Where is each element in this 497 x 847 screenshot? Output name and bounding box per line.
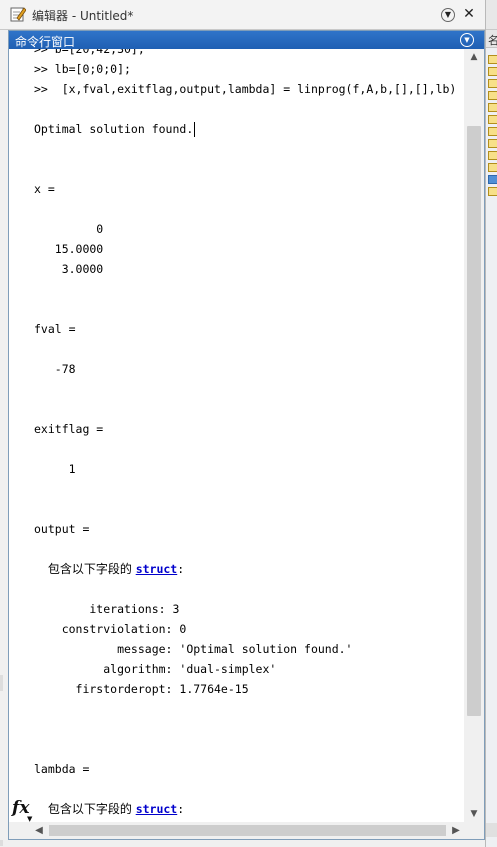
output-line[interactable]: output = [34,519,89,539]
editor-icon [10,7,26,22]
command-window-menu-button[interactable]: ▼ [460,33,474,47]
scroll-up-arrow-icon[interactable]: ▲ [464,49,484,65]
output-line[interactable]: exitflag = [34,419,103,439]
output-line[interactable]: -78 [34,359,76,379]
file-icon[interactable] [488,115,497,124]
struct-link[interactable]: struct [136,562,178,576]
output-line[interactable]: 3.0000 [34,259,104,279]
editor-close-button[interactable]: ✕ [461,6,477,22]
output-line[interactable]: iterations: 3 [34,599,179,619]
file-icon[interactable] [488,139,497,148]
struct-link[interactable]: struct [136,802,178,816]
horizontal-scroll-thumb[interactable] [49,825,446,836]
output-line[interactable]: 包含以下字段的 struct: [34,559,184,579]
vertical-scroll-thumb[interactable] [467,126,481,716]
struct-description-label: 包含以下字段的 [47,802,136,816]
file-icon[interactable] [488,67,497,76]
output-line[interactable]: algorithm: 'dual-simplex' [34,659,276,679]
output-line[interactable]: Optimal solution found. [34,119,196,139]
text-caret [194,122,196,137]
horizontal-scrollbar[interactable]: ◀ ▶ [9,822,464,839]
output-line[interactable]: 包含以下字段的 struct: [34,799,184,819]
command-window-header: 命令行窗口 ▼ [9,31,484,49]
output-line[interactable]: 1 [34,459,76,479]
scrollbar-corner [464,822,484,839]
file-icon[interactable] [488,103,497,112]
output-line[interactable]: lambda = [34,759,89,779]
output-line[interactable]: message: 'Optimal solution found.' [34,639,352,659]
output-line[interactable]: firstorderopt: 1.7764e-15 [34,679,249,699]
file-icon-selected[interactable] [488,175,497,184]
file-icon[interactable] [488,151,497,160]
output-line[interactable]: >> lb=[0;0;0]; [34,59,131,79]
right-panel-top [486,0,497,30]
command-window: 命令行窗口 ▼ >> b=[20;42;30]; >> lb=[0;0;0]; >>… [8,30,485,840]
right-panel-scrollbar[interactable] [486,823,497,837]
scroll-down-arrow-icon[interactable]: ▼ [464,806,484,822]
file-icon[interactable] [488,55,497,64]
editor-title: 编辑器 - Untitled* [32,9,134,23]
struct-description-label: 包含以下字段的 [47,562,136,576]
output-line[interactable]: >> [x,fval,exitflag,output,lambda] = lin… [34,79,456,99]
right-panel-header: 名 [486,30,497,48]
editor-title-bar: 编辑器 - Untitled* ▼ ✕ [0,0,485,30]
scroll-left-arrow-icon[interactable]: ◀ [31,822,47,839]
right-panel-strip: 名 [485,0,497,847]
chevron-down-icon[interactable]: ▼ [27,815,32,822]
output-line[interactable]: x = [34,179,55,199]
command-window-output[interactable]: >> b=[20;42;30]; >> lb=[0;0;0]; >> [x,fval… [9,49,464,822]
scroll-right-arrow-icon[interactable]: ▶ [448,822,464,839]
file-icon[interactable] [488,187,497,196]
output-line[interactable]: 0 [34,219,103,239]
left-edge-marker [0,840,3,846]
output-line[interactable]: constrviolation: 0 [34,619,187,639]
file-icon[interactable] [488,91,497,100]
output-line[interactable]: fval = [34,319,76,339]
file-icon[interactable] [488,79,497,88]
command-window-title: 命令行窗口 [15,35,76,49]
editor-menu-button[interactable]: ▼ [441,8,455,22]
output-line[interactable]: >> b=[20;42;30]; [34,49,145,59]
prompt-margin [9,49,31,822]
file-icon[interactable] [488,163,497,172]
output-line[interactable]: 15.0000 [34,239,103,259]
vertical-scrollbar[interactable]: ▲ ▼ [464,49,484,822]
file-icon[interactable] [488,127,497,136]
left-edge-marker [0,675,3,691]
